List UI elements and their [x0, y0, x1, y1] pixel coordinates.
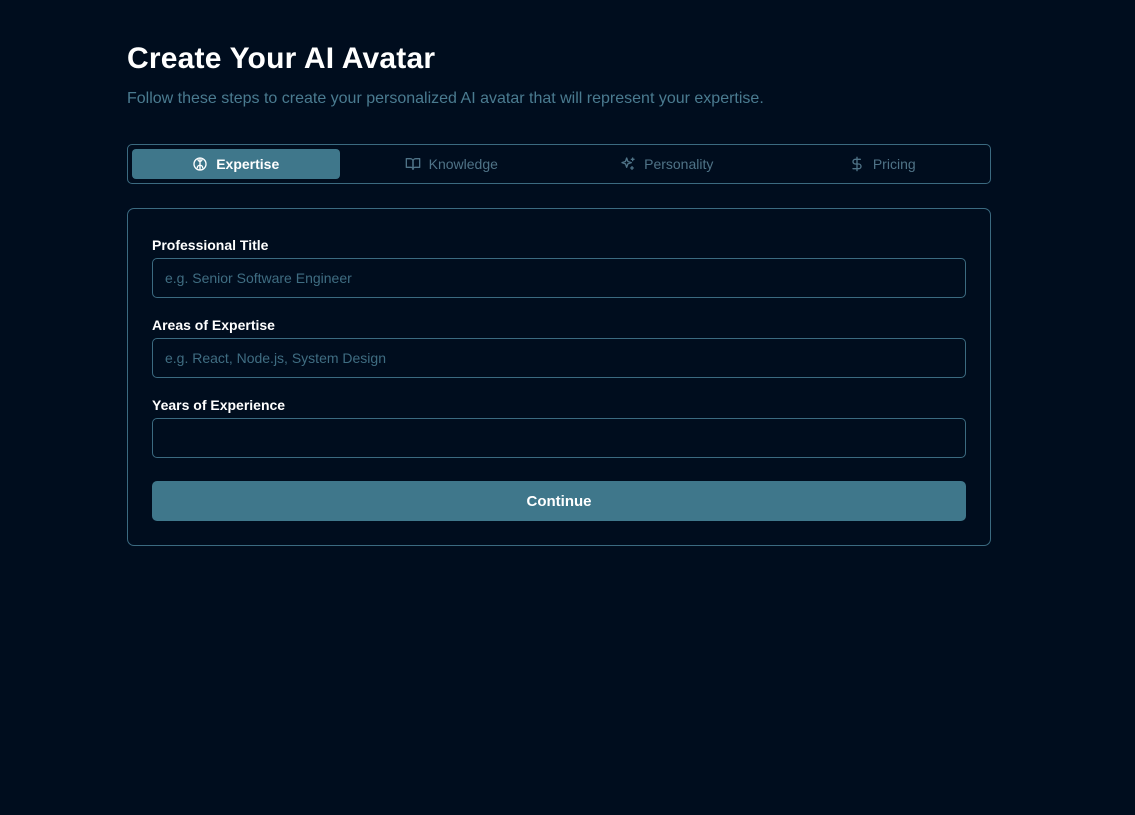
years-of-experience-input[interactable] — [152, 418, 966, 458]
dollar-icon — [849, 156, 865, 172]
professional-title-input[interactable] — [152, 258, 966, 298]
book-open-icon — [405, 156, 421, 172]
page-title: Create Your AI Avatar — [127, 42, 436, 75]
tab-label: Personality — [644, 156, 714, 172]
areas-of-expertise-label: Areas of Expertise — [152, 317, 275, 333]
continue-button[interactable]: Continue — [152, 481, 966, 521]
tab-label: Knowledge — [428, 156, 498, 172]
page-subtitle: Follow these steps to create your person… — [127, 90, 764, 107]
step-tabs: Expertise Knowledge Personality Pricing — [127, 144, 991, 184]
tab-label: Pricing — [872, 156, 916, 172]
tab-pricing[interactable]: Pricing — [779, 149, 987, 179]
areas-of-expertise-input[interactable] — [152, 338, 966, 378]
tab-personality[interactable]: Personality — [563, 149, 771, 179]
brain-icon — [192, 156, 208, 172]
tab-knowledge[interactable]: Knowledge — [348, 149, 556, 179]
sparkles-icon — [620, 156, 636, 172]
years-of-experience-label: Years of Experience — [152, 397, 286, 413]
expertise-form-card: Professional Title Areas of Expertise Ye… — [127, 208, 991, 546]
professional-title-label: Professional Title — [152, 237, 269, 253]
tab-label: Expertise — [216, 156, 280, 172]
tab-expertise[interactable]: Expertise — [132, 149, 340, 179]
